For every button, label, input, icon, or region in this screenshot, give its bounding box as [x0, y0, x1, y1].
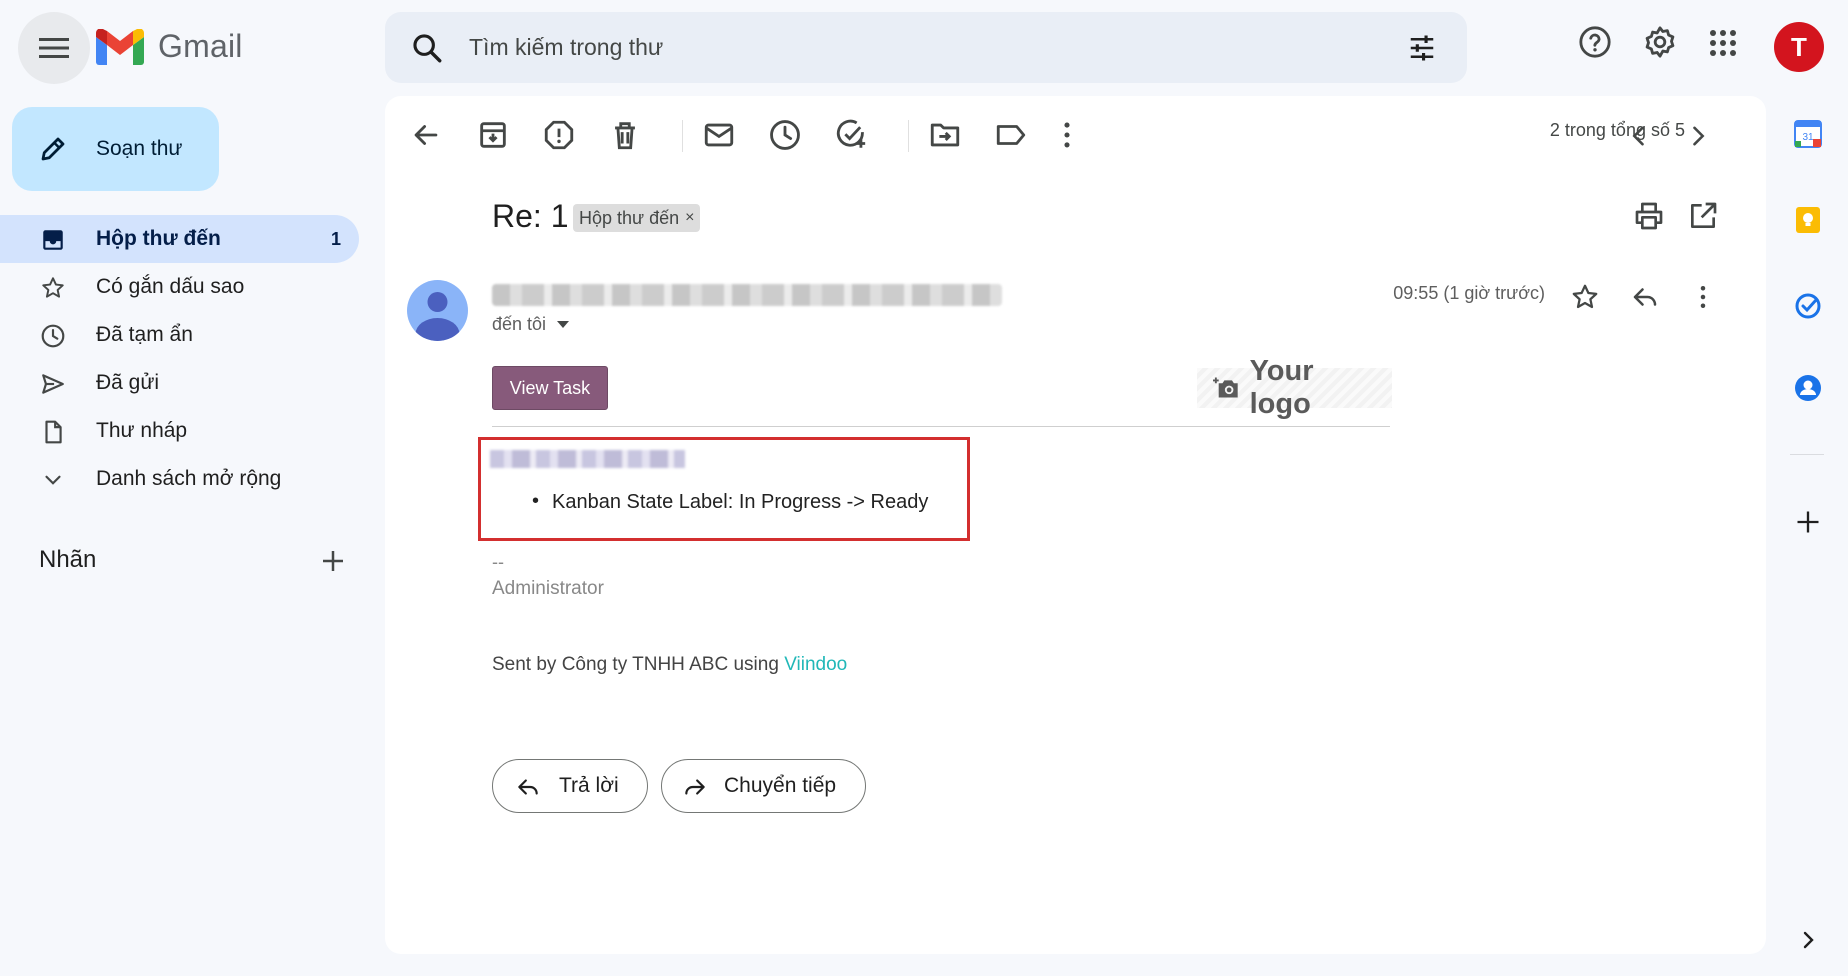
message-timestamp: 09:55 (1 giờ trước) — [1393, 283, 1545, 303]
sidebar-item-snoozed[interactable]: Đã tạm ẩn — [0, 311, 359, 359]
sidebar-item-inbox[interactable]: Hộp thư đến 1 — [0, 215, 359, 263]
previous-message-chevron-icon[interactable] — [1625, 122, 1653, 150]
recipient-text: đến tôi — [492, 314, 547, 334]
message-subject: Re: 1 — [492, 198, 569, 234]
gmail-m-icon — [96, 28, 144, 65]
expand-panel-chevron-icon[interactable] — [1796, 928, 1820, 952]
top-bar: Gmail T — [0, 0, 1848, 96]
tasks-icon[interactable] — [1794, 292, 1822, 320]
message-more-vertical-icon[interactable] — [1688, 282, 1718, 312]
kanban-state-change-item: Kanban State Label: In Progress -> Ready — [532, 490, 928, 514]
recipient-details[interactable]: đến tôi — [492, 314, 570, 335]
sidebar-item-starred[interactable]: Có gắn dấu sao — [0, 263, 359, 311]
search-bar[interactable] — [385, 12, 1467, 83]
message-pane: 2 trong tổng số 5 Re: 1 Hộp thư đến × đế… — [385, 96, 1766, 954]
sidebar-item-label: Thư nháp — [96, 419, 188, 442]
archive-icon[interactable] — [476, 118, 510, 152]
send-icon — [42, 374, 64, 394]
keep-notes-icon[interactable] — [1794, 206, 1822, 234]
unread-count-badge: 1 — [330, 228, 341, 249]
labels-heading: Nhãn — [39, 546, 97, 573]
print-icon[interactable] — [1633, 200, 1665, 232]
logo-text: Your logo — [1249, 355, 1314, 420]
label-tag-icon[interactable] — [994, 118, 1028, 152]
sent-by-footer: Sent by Công ty TNHH ABC using Viindoo — [492, 654, 847, 676]
inbox-icon — [43, 230, 63, 250]
search-options-icon[interactable] — [1407, 33, 1437, 63]
sidebar-item-label: Đã gửi — [96, 371, 160, 394]
sidebar-item-drafts[interactable]: Thư nháp — [0, 407, 359, 455]
forward-label: Chuyển tiếp — [724, 774, 837, 797]
forward-arrow-icon — [685, 779, 705, 795]
reply-button[interactable]: Trả lời — [492, 759, 648, 813]
toolbar-divider — [908, 120, 909, 152]
inbox-label-chip: Hộp thư đến × — [573, 204, 701, 232]
sidebar-item-more[interactable]: Danh sách mở rộng — [0, 455, 359, 503]
reply-label: Trả lời — [559, 774, 619, 797]
sidebar-item-label: Có gắn dấu sao — [96, 275, 245, 298]
settings-gear-icon[interactable] — [1643, 25, 1677, 59]
reply-arrow-icon[interactable] — [1630, 282, 1660, 312]
apps-grid-icon[interactable] — [1710, 30, 1736, 56]
app-name: Gmail — [158, 28, 243, 64]
side-panel-divider — [1790, 454, 1824, 455]
redacted-text-line — [490, 450, 685, 468]
snooze-clock-icon[interactable] — [768, 118, 802, 152]
chevron-down-icon — [45, 475, 61, 485]
hamburger-menu-icon — [39, 38, 69, 58]
svg-text:31: 31 — [1802, 132, 1814, 143]
pencil-icon — [41, 137, 65, 161]
sender-avatar — [407, 280, 468, 341]
signature-name: Administrator — [492, 578, 604, 599]
gmail-logo[interactable]: Gmail — [96, 28, 243, 65]
side-apps-panel: 31 — [1766, 96, 1848, 976]
viindoo-link[interactable]: Viindoo — [784, 654, 847, 675]
star-icon — [42, 277, 64, 298]
report-spam-icon[interactable] — [542, 118, 576, 152]
more-vertical-icon[interactable] — [1050, 118, 1084, 152]
star-message-icon[interactable] — [1570, 282, 1600, 312]
add-addon-plus-icon[interactable] — [1794, 508, 1822, 536]
label-chip-text: Hộp thư đến — [579, 207, 680, 228]
caret-down-icon — [557, 321, 570, 329]
delete-trash-icon[interactable] — [608, 118, 642, 152]
person-icon — [415, 292, 460, 341]
reply-arrow-icon — [518, 779, 538, 795]
calendar-icon[interactable]: 31 — [1794, 120, 1822, 148]
search-icon[interactable] — [410, 31, 444, 65]
body-divider — [492, 426, 1390, 427]
sender-name-redacted — [492, 284, 1002, 306]
sidebar-nav: Hộp thư đến 1 Có gắn dấu sao Đã tạm ẩn Đ… — [0, 215, 360, 503]
compose-button[interactable]: Soạn thư — [12, 107, 219, 191]
account-avatar[interactable]: T — [1774, 22, 1824, 72]
move-to-folder-icon[interactable] — [928, 118, 962, 152]
sent-by-text: Sent by Công ty TNHH ABC using — [492, 654, 779, 675]
sidebar-item-label: Hộp thư đến — [96, 227, 221, 250]
sidebar-item-label: Đã tạm ẩn — [96, 323, 193, 346]
sidebar-item-sent[interactable]: Đã gửi — [0, 359, 359, 407]
add-task-icon[interactable] — [834, 118, 868, 152]
signature-separator: -- — [492, 552, 504, 572]
help-icon[interactable] — [1578, 25, 1612, 59]
open-in-new-window-icon[interactable] — [1687, 200, 1719, 232]
view-task-button[interactable]: View Task — [492, 366, 608, 410]
compose-label: Soạn thư — [96, 137, 183, 160]
mark-unread-mail-icon[interactable] — [702, 118, 736, 152]
forward-button[interactable]: Chuyển tiếp — [661, 759, 866, 813]
main-menu-button[interactable] — [18, 12, 90, 84]
camera-plus-icon — [1213, 377, 1238, 398]
contacts-icon[interactable] — [1794, 374, 1822, 402]
search-input[interactable] — [469, 12, 1349, 83]
draft-icon — [45, 420, 62, 444]
clock-icon — [41, 324, 65, 348]
company-logo-placeholder: Your logo — [1197, 355, 1392, 420]
toolbar-divider — [682, 120, 683, 152]
next-message-chevron-icon[interactable] — [1684, 122, 1712, 150]
back-arrow-icon[interactable] — [409, 118, 443, 152]
sidebar-item-label: Danh sách mở rộng — [96, 467, 282, 490]
add-label-icon[interactable] — [318, 546, 348, 576]
remove-label-button[interactable]: × — [685, 209, 694, 227]
